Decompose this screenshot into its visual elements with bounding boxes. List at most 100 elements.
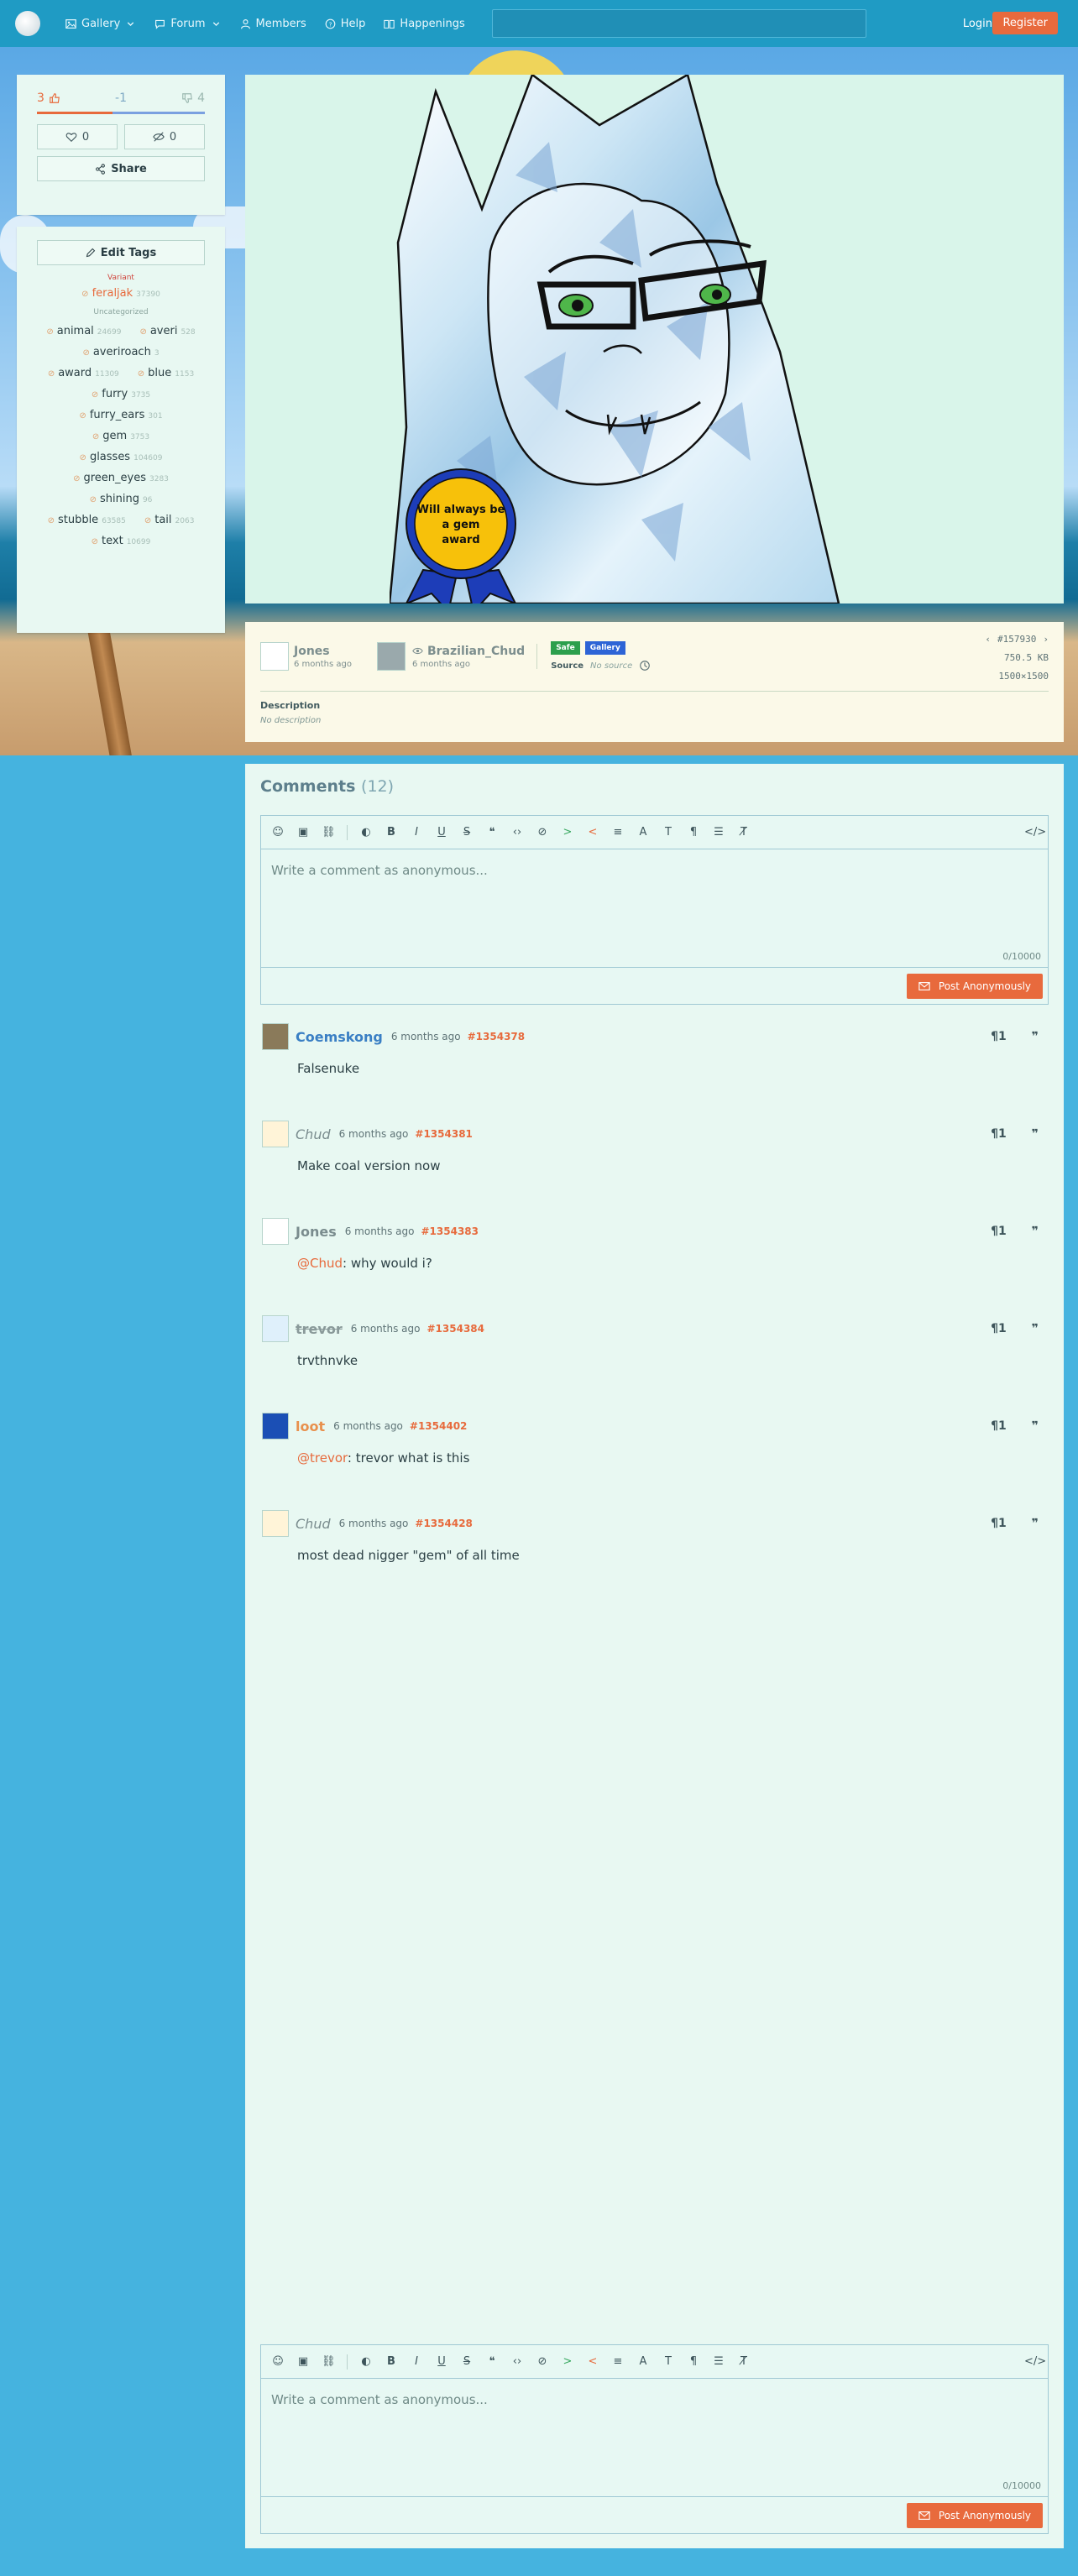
palette-icon[interactable]: ◐ [359, 2355, 373, 2368]
comment-author[interactable]: Coemskong [296, 1029, 383, 1045]
reply-icon[interactable]: ¶1 [991, 1322, 1007, 1335]
nav-members[interactable]: Members [240, 18, 306, 30]
emoji-icon[interactable]: ☺ [271, 2355, 285, 2368]
align-icon[interactable]: ≡ [611, 826, 625, 839]
tag-item[interactable]: ⊘ shining 96 [90, 493, 153, 505]
redtext-icon[interactable]: < [586, 2355, 599, 2368]
post-image-frame[interactable]: Will always be a gem award [245, 75, 1064, 604]
tag-item[interactable]: ⊘ tail 2063 [144, 514, 195, 526]
spoiler-icon[interactable]: ⊘ [536, 826, 549, 839]
spoiler-icon[interactable]: ⊘ [536, 2355, 549, 2368]
site-logo[interactable] [15, 11, 40, 36]
greentext-icon[interactable]: > [561, 826, 574, 839]
category-badge[interactable]: Gallery [584, 641, 625, 655]
next-post-icon[interactable]: › [1043, 630, 1049, 649]
comment-avatar[interactable] [262, 1510, 289, 1537]
code-icon[interactable]: ‹› [510, 826, 524, 839]
upvote-button[interactable]: 3 [37, 91, 60, 105]
list-icon[interactable]: ☰ [712, 2355, 725, 2368]
list-icon[interactable]: ☰ [712, 826, 725, 839]
reply-icon[interactable]: ¶1 [991, 1127, 1007, 1141]
reply-icon[interactable]: ¶1 [991, 1225, 1007, 1238]
comment-avatar[interactable] [262, 1023, 289, 1050]
color-icon[interactable]: A [636, 826, 650, 839]
uploader-avatar[interactable] [260, 642, 289, 671]
emoji-icon[interactable]: ☺ [271, 826, 285, 839]
comment-author[interactable]: Chud [296, 1126, 331, 1142]
quote-icon[interactable]: ❝ [485, 826, 499, 839]
tag-item[interactable]: ⊘ glasses 104609 [80, 451, 163, 463]
source-mode-icon[interactable]: </> [1024, 826, 1046, 839]
post-anonymously-button[interactable]: Post Anonymously [906, 2503, 1043, 2528]
clear-format-icon[interactable]: T̸ [737, 2355, 751, 2368]
align-icon[interactable]: ≡ [611, 2355, 625, 2368]
reply-icon[interactable]: ¶1 [991, 1517, 1007, 1530]
tag-item[interactable]: ⊘ furry_ears 301 [79, 409, 162, 421]
quote-icon[interactable]: ❞ [1032, 1127, 1039, 1141]
rating-badge[interactable]: Safe [551, 641, 580, 655]
reply-icon[interactable]: ¶1 [991, 1030, 1007, 1043]
italic-icon[interactable]: I [410, 2355, 423, 2368]
paragraph-icon[interactable]: ¶ [687, 2355, 700, 2368]
quote-icon[interactable]: ❞ [1032, 1517, 1039, 1530]
link-icon[interactable]: ⛓ [322, 826, 336, 839]
comment-avatar[interactable] [262, 1218, 289, 1245]
palette-icon[interactable]: ◐ [359, 826, 373, 839]
tag-item[interactable]: ⊘ animal 24699 [46, 325, 121, 337]
source-mode-icon[interactable]: </> [1024, 2355, 1046, 2368]
nav-forum[interactable]: Forum [154, 18, 221, 30]
favorite-button[interactable]: 0 [37, 124, 118, 149]
search-input[interactable] [491, 9, 866, 38]
comment-author[interactable]: trevor [296, 1321, 343, 1337]
comment-textarea[interactable]: Write a comment as anonymous... 0/10000 [261, 849, 1048, 967]
post-anonymously-button[interactable]: Post Anonymously [906, 974, 1043, 999]
comment-id-link[interactable]: #1354381 [415, 1128, 473, 1140]
tag-item[interactable]: ⊘ averi 528 [139, 325, 195, 337]
quote-icon[interactable]: ❞ [1032, 1030, 1039, 1043]
hide-button[interactable]: 0 [124, 124, 205, 149]
comment-id-link[interactable]: #1354383 [421, 1225, 479, 1237]
tag-item[interactable]: ⊘ gem 3753 [92, 430, 149, 442]
editor-avatar[interactable] [376, 642, 406, 671]
comment-avatar[interactable] [262, 1121, 289, 1147]
comment-id-link[interactable]: #1354402 [410, 1420, 468, 1432]
color-icon[interactable]: A [636, 2355, 650, 2368]
comment-id-link[interactable]: #1354428 [415, 1518, 473, 1529]
tag-item[interactable]: ⊘ award 11309 [48, 367, 119, 379]
tag-item[interactable]: ⊘ green_eyes 3283 [73, 472, 169, 484]
greentext-icon[interactable]: > [561, 2355, 574, 2368]
strikethrough-icon[interactable]: S [460, 826, 474, 839]
comment-avatar[interactable] [262, 1413, 289, 1440]
paragraph-icon[interactable]: ¶ [687, 826, 700, 839]
prev-post-icon[interactable]: ‹ [985, 630, 991, 649]
register-button[interactable]: Register [992, 12, 1058, 34]
comment-author[interactable]: Jones [296, 1224, 337, 1240]
font-size-icon[interactable]: T [662, 2355, 675, 2368]
underline-icon[interactable]: U [435, 2355, 448, 2368]
nav-happenings[interactable]: Happenings [384, 18, 465, 30]
quote-icon[interactable]: ❞ [1032, 1225, 1039, 1238]
tag-item[interactable]: ⊘ furry 3735 [92, 388, 150, 400]
mention-link[interactable]: @trevor [297, 1450, 348, 1466]
quote-icon[interactable]: ❝ [485, 2355, 499, 2368]
clear-format-icon[interactable]: T̸ [737, 826, 751, 839]
comment-author[interactable]: loot [296, 1419, 325, 1434]
code-icon[interactable]: ‹› [510, 2355, 524, 2368]
edit-tags-button[interactable]: Edit Tags [37, 240, 205, 265]
nav-gallery[interactable]: Gallery [65, 18, 136, 30]
image-icon[interactable]: ▣ [296, 2355, 310, 2368]
mention-link[interactable]: @Chud [297, 1256, 343, 1271]
bold-icon[interactable]: B [385, 826, 398, 839]
comment-id-link[interactable]: #1354378 [468, 1031, 526, 1042]
strikethrough-icon[interactable]: S [460, 2355, 474, 2368]
underline-icon[interactable]: U [435, 826, 448, 839]
nav-help[interactable]: ? Help [325, 18, 365, 30]
quote-icon[interactable]: ❞ [1032, 1322, 1039, 1335]
italic-icon[interactable]: I [410, 826, 423, 839]
comment-avatar[interactable] [262, 1315, 289, 1342]
uploader-name[interactable]: Jones [294, 645, 352, 658]
tag-item[interactable]: ⊘ averiroach 3 [82, 346, 159, 358]
bold-icon[interactable]: B [385, 2355, 398, 2368]
reply-icon[interactable]: ¶1 [991, 1419, 1007, 1433]
downvote-button[interactable]: 4 [181, 91, 205, 105]
